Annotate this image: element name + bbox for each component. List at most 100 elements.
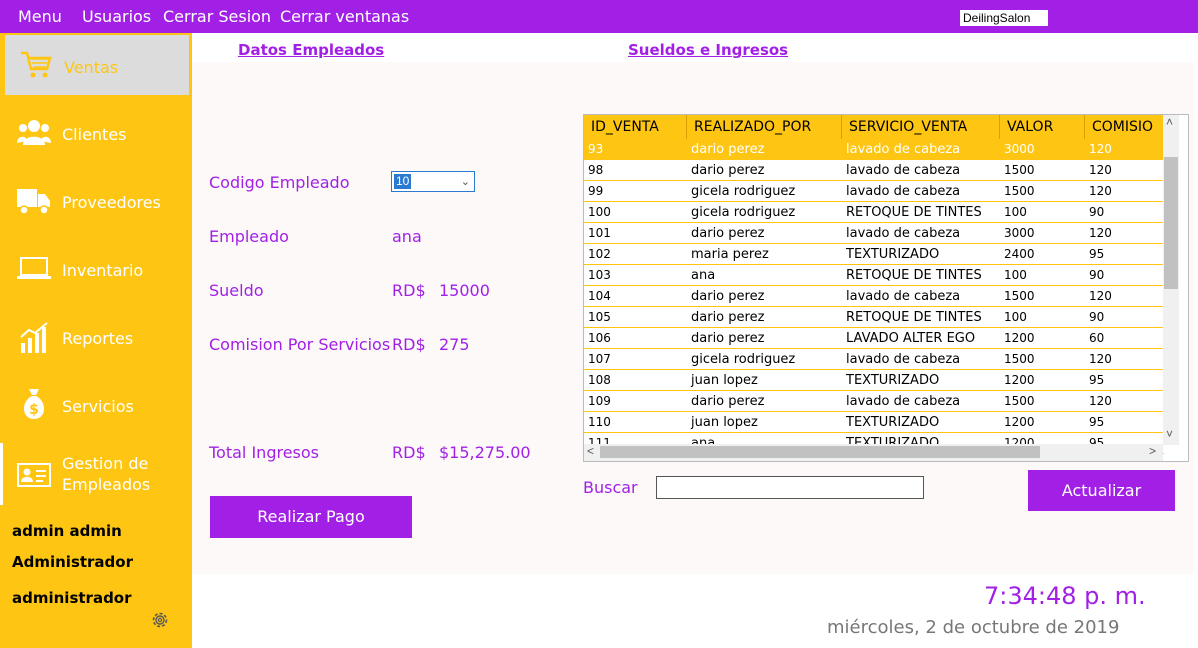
sidebar-item-label: Clientes	[62, 125, 127, 144]
table-row[interactable]: 102 maria perez TEXTURIZADO 2400 95	[584, 244, 1164, 265]
table-cell: 102	[588, 247, 611, 261]
table-cell: 1200	[1004, 331, 1035, 345]
table-cell: 3000	[1004, 142, 1035, 156]
table-cell: lavado de cabeza	[846, 163, 961, 178]
table-row[interactable]: 100 gicela rodriguez RETOQUE DE TINTES 100 9…	[584, 202, 1164, 223]
table-cell: dario perez	[691, 289, 765, 304]
table-cell: 100	[1004, 268, 1027, 282]
table-cell: maria perez	[691, 247, 769, 262]
table-cell: 1200	[1004, 415, 1035, 429]
table-row[interactable]: 101 dario perez lavado de cabeza 3000 120	[584, 223, 1164, 244]
horizontal-scrollbar[interactable]: ˂ ˃	[584, 444, 1163, 461]
menu-item-cerrar-ventanas[interactable]: Cerrar ventanas	[280, 7, 409, 26]
table-cell: 101	[588, 226, 611, 240]
table-row[interactable]: 105 dario perez RETOQUE DE TINTES 100 90	[584, 307, 1164, 328]
sidebar-item-proveedores[interactable]: Proveedores	[3, 169, 191, 233]
ventas-table[interactable]: ID_VENTA REALIZADO_POR SERVICIO_VENTA VA…	[583, 114, 1189, 462]
buscar-input[interactable]	[656, 476, 924, 499]
table-cell: dario perez	[691, 310, 765, 325]
total-value: $15,275.00	[439, 443, 531, 462]
sidebar-item-ventas[interactable]: Ventas	[3, 33, 191, 97]
sidebar-item-reportes[interactable]: Reportes	[3, 305, 191, 369]
vertical-scroll-thumb[interactable]	[1164, 157, 1178, 289]
column-header[interactable]: VALOR	[1000, 115, 1085, 139]
table-cell: 105	[588, 310, 611, 324]
sidebar: Ventas Clientes Proveedores Inventario R…	[0, 33, 192, 648]
total-ingresos-label: Total Ingresos	[209, 443, 319, 462]
gear-icon[interactable]	[150, 610, 170, 635]
users-icon	[17, 119, 51, 152]
menu-item-usuarios[interactable]: Usuarios	[82, 7, 151, 26]
realizar-pago-button[interactable]: Realizar Pago	[210, 496, 412, 538]
id-card-icon	[17, 461, 51, 494]
table-row[interactable]: 93 dario perez lavado de cabeza 3000 120	[584, 139, 1164, 160]
table-cell: 90	[1089, 205, 1105, 219]
codigo-empleado-select[interactable]: 10 ⌄	[391, 171, 475, 192]
scroll-up-icon[interactable]: ˄	[1166, 115, 1173, 129]
scroll-right-icon[interactable]: ˃	[1149, 444, 1156, 458]
shopping-cart-icon	[19, 49, 53, 86]
column-header[interactable]: SERVICIO_VENTA	[842, 115, 1000, 139]
chevron-down-icon: ⌄	[460, 176, 470, 188]
column-header[interactable]: ID_VENTA	[584, 115, 687, 139]
table-cell: 120	[1089, 184, 1112, 198]
table-cell: dario perez	[691, 226, 765, 241]
column-header[interactable]: REALIZADO_POR	[687, 115, 842, 139]
table-cell: 100	[1004, 310, 1027, 324]
scroll-left-icon[interactable]: ˂	[587, 444, 594, 458]
table-cell: juan lopez	[691, 415, 758, 430]
sidebar-item-gestion-empleados[interactable]: Gestion de Empleados	[3, 443, 191, 509]
table-cell: 100	[1004, 205, 1027, 219]
table-cell: juan lopez	[691, 373, 758, 388]
table-row[interactable]: 108 juan lopez TEXTURIZADO 1200 95	[584, 370, 1164, 391]
table-cell: 1500	[1004, 184, 1035, 198]
window-title: DeilingSalon	[960, 10, 1048, 26]
menu-item-cerrar-sesion[interactable]: Cerrar Sesion	[163, 7, 271, 26]
sidebar-item-clientes[interactable]: Clientes	[3, 101, 191, 165]
table-cell: RETOQUE DE TINTES	[846, 310, 982, 325]
table-cell: lavado de cabeza	[846, 142, 961, 157]
table-cell: 60	[1089, 331, 1105, 345]
table-cell: gicela rodriguez	[691, 352, 796, 367]
sidebar-item-servicios[interactable]: $ Servicios	[3, 373, 191, 437]
table-cell: TEXTURIZADO	[846, 415, 940, 430]
sueldo-label: Sueldo	[209, 281, 264, 300]
table-cell: 120	[1089, 226, 1112, 240]
table-row[interactable]: 103 ana RETOQUE DE TINTES 100 90	[584, 265, 1164, 286]
horizontal-scroll-thumb[interactable]	[600, 446, 1040, 458]
menu-item-menu[interactable]: Menu	[18, 7, 62, 26]
sueldo-value: 15000	[439, 281, 490, 300]
table-row[interactable]: 106 dario perez LAVADO ALTER EGO 1200 60	[584, 328, 1164, 349]
table-cell: 108	[588, 373, 611, 387]
table-cell: 3000	[1004, 226, 1035, 240]
scroll-down-icon[interactable]: ˅	[1166, 427, 1173, 441]
vertical-scrollbar[interactable]: ˄ ˅	[1163, 115, 1179, 445]
table-cell: 107	[588, 352, 611, 366]
sidebar-item-inventario[interactable]: Inventario	[3, 237, 191, 301]
table-row[interactable]: 107 gicela rodriguez lavado de cabeza 1500 1…	[584, 349, 1164, 370]
table-cell: 110	[588, 415, 611, 429]
table-cell: 1200	[1004, 373, 1035, 387]
table-cell: 99	[588, 184, 604, 198]
table-row[interactable]: 110 juan lopez TEXTURIZADO 1200 95	[584, 412, 1164, 433]
sidebar-item-label: Ventas	[64, 58, 119, 77]
column-header[interactable]: COMISIO	[1085, 115, 1164, 139]
table-row[interactable]: 109 dario perez lavado de cabeza 1500 120	[584, 391, 1164, 412]
table-cell: lavado de cabeza	[846, 184, 961, 199]
section-title-sueldos-ingresos: Sueldos e Ingresos	[628, 41, 789, 59]
buscar-label: Buscar	[583, 478, 638, 497]
user-name: admin admin	[12, 522, 122, 540]
table-cell: LAVADO ALTER EGO	[846, 331, 976, 346]
table-cell: dario perez	[691, 163, 765, 178]
table-cell: 120	[1089, 289, 1112, 303]
table-cell: 103	[588, 268, 611, 282]
table-cell: 1500	[1004, 163, 1035, 177]
table-row[interactable]: 104 dario perez lavado de cabeza 1500 120	[584, 286, 1164, 307]
table-row[interactable]: 99 gicela rodriguez lavado de cabeza 1500 12…	[584, 181, 1164, 202]
actualizar-button[interactable]: Actualizar	[1028, 470, 1175, 511]
sidebar-item-label: Gestion de Empleados	[62, 454, 151, 494]
table-cell: 120	[1089, 394, 1112, 408]
table-cell: 95	[1089, 373, 1105, 387]
table-row[interactable]: 98 dario perez lavado de cabeza 1500 120	[584, 160, 1164, 181]
codigo-empleado-value: 10	[394, 174, 412, 189]
